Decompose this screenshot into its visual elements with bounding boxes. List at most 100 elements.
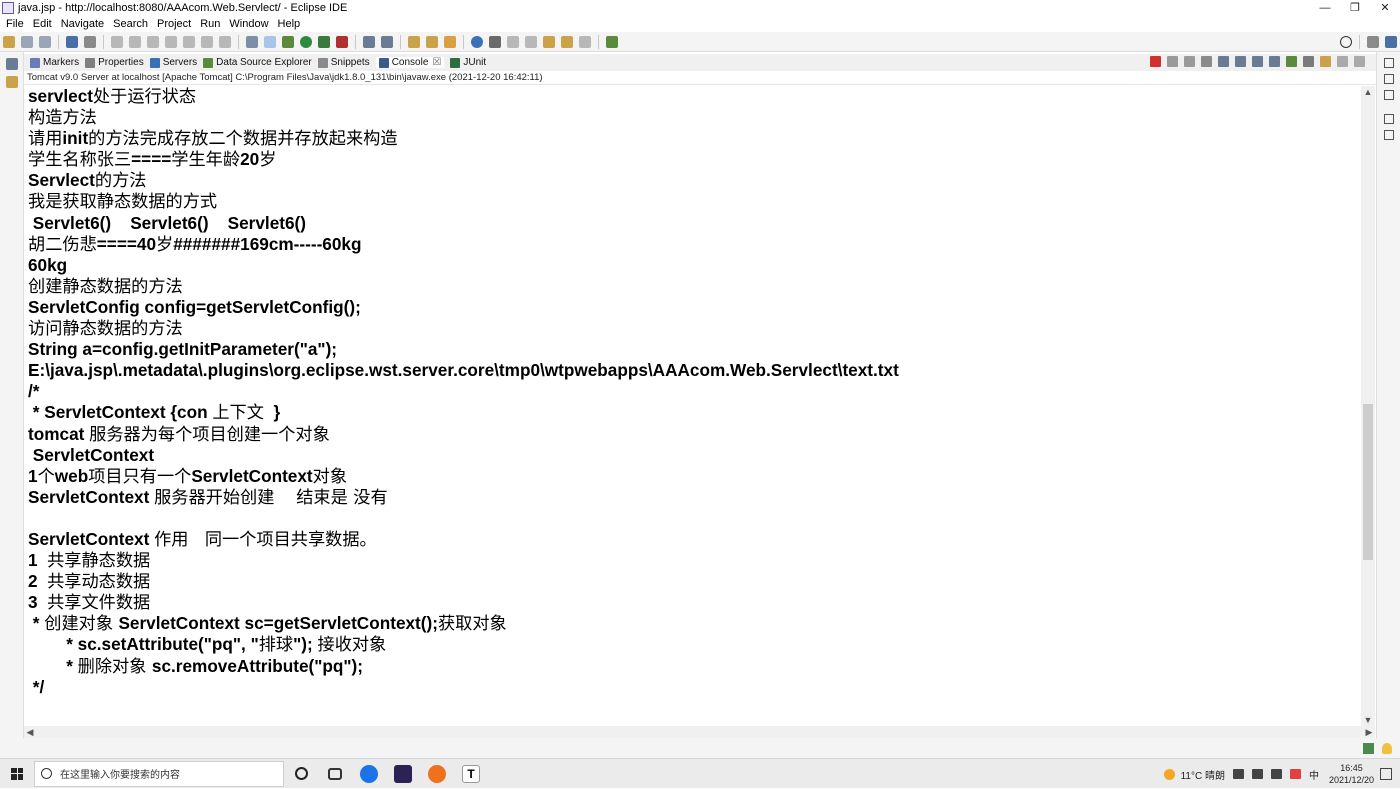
prev-annotation-icon[interactable] xyxy=(525,35,537,48)
weather-text[interactable]: 11°C 晴朗 xyxy=(1181,767,1225,782)
search-icon[interactable] xyxy=(1340,35,1352,48)
outline-view-icon[interactable] xyxy=(1384,74,1394,84)
show-stdout-icon[interactable] xyxy=(1252,56,1263,67)
skip-breakpoints-icon[interactable] xyxy=(84,35,96,48)
menu-navigate[interactable]: Navigate xyxy=(61,18,104,30)
scroll-lock-icon[interactable] xyxy=(1218,56,1229,67)
back-icon[interactable] xyxy=(561,35,573,48)
new-class-icon[interactable] xyxy=(381,35,393,48)
word-wrap-icon[interactable] xyxy=(1235,56,1246,67)
search-toolbar-icon[interactable] xyxy=(444,35,456,48)
pin-console-icon[interactable] xyxy=(1286,56,1297,67)
terminate-icon[interactable] xyxy=(147,35,159,48)
package-explorer-icon[interactable] xyxy=(6,76,18,88)
open-perspective-icon[interactable] xyxy=(1367,35,1379,48)
save-all-icon[interactable] xyxy=(39,35,51,48)
tab-properties[interactable]: Properties xyxy=(85,57,144,68)
close-button[interactable]: ✕ xyxy=(1370,0,1400,16)
scroll-down-icon[interactable]: ▼ xyxy=(1361,714,1375,726)
toggle-block-icon[interactable] xyxy=(246,35,258,48)
debug-icon[interactable] xyxy=(282,35,294,48)
taskbar-search-input[interactable]: 在这里输入你要搜索的内容 xyxy=(34,760,284,787)
new-icon[interactable] xyxy=(3,35,15,48)
taskbar-app-orange[interactable] xyxy=(420,759,454,789)
external-tools-icon[interactable] xyxy=(336,35,348,48)
tab-markers[interactable]: Markers xyxy=(30,57,79,68)
cortana-button[interactable] xyxy=(284,759,318,789)
scroll-left-icon[interactable]: ◀ xyxy=(24,726,36,738)
globe-icon[interactable] xyxy=(471,35,483,48)
pin-editor-icon[interactable] xyxy=(606,35,618,48)
forward-icon[interactable] xyxy=(579,35,591,48)
tab-snippets[interactable]: Snippets xyxy=(317,57,370,68)
task-view-button[interactable] xyxy=(318,759,352,789)
menu-window[interactable]: Window xyxy=(229,18,268,30)
save-icon[interactable] xyxy=(21,35,33,48)
clear-console-icon[interactable] xyxy=(1201,56,1212,67)
new-server-icon[interactable] xyxy=(363,35,375,48)
restore-view-icon[interactable] xyxy=(6,58,18,70)
step-return-icon[interactable] xyxy=(219,35,231,48)
open-task-icon[interactable] xyxy=(426,35,438,48)
display-console-icon[interactable] xyxy=(1303,56,1314,67)
tab-servers[interactable]: Servers xyxy=(149,57,197,68)
maximize-view-icon[interactable] xyxy=(1354,56,1365,67)
start-button[interactable] xyxy=(0,759,34,789)
tip-lightbulb-icon[interactable] xyxy=(1382,743,1392,754)
terminate-console-icon[interactable] xyxy=(1150,56,1161,67)
maximize-button[interactable]: ❐ xyxy=(1340,0,1370,16)
console-output[interactable]: servlect处于运行状态 构造方法 请用init的方法完成存放二个数据并存放起来… xyxy=(24,86,1361,726)
input-mode[interactable]: 中 xyxy=(1309,767,1319,782)
scroll-right-icon[interactable]: ▶ xyxy=(1363,726,1375,738)
server-status-icon[interactable] xyxy=(1363,743,1374,754)
coverage-icon[interactable] xyxy=(318,35,330,48)
show-stderr-icon[interactable] xyxy=(1269,56,1280,67)
last-edit-icon[interactable] xyxy=(543,35,555,48)
remove-all-launches-icon[interactable] xyxy=(1184,56,1195,67)
menu-project[interactable]: Project xyxy=(157,18,191,30)
disconnect-icon[interactable] xyxy=(165,35,177,48)
menu-search[interactable]: Search xyxy=(113,18,148,30)
taskbar-app-k[interactable] xyxy=(352,759,386,789)
next-annotation-icon[interactable] xyxy=(507,35,519,48)
menu-run[interactable]: Run xyxy=(200,18,220,30)
tab-junit[interactable]: JUnit xyxy=(450,57,486,68)
menu-edit[interactable]: Edit xyxy=(33,18,52,30)
scroll-thumb[interactable] xyxy=(1363,404,1373,560)
mark-occurrences-icon[interactable] xyxy=(264,35,276,48)
scroll-up-icon[interactable]: ▲ xyxy=(1361,86,1375,98)
java-ee-perspective-icon[interactable] xyxy=(1385,35,1397,48)
restore-right-2-icon[interactable] xyxy=(1384,114,1394,124)
menu-file[interactable]: File xyxy=(6,18,24,30)
volume-icon[interactable] xyxy=(1270,769,1282,779)
taskbar-app-typora[interactable]: T xyxy=(454,759,488,789)
minimized-view-icon[interactable] xyxy=(1384,130,1394,140)
task-list-icon[interactable] xyxy=(1384,90,1394,100)
close-tab-icon[interactable]: ☒ xyxy=(432,57,441,68)
tab-console[interactable]: Console ☒ xyxy=(375,57,445,68)
network-icon[interactable] xyxy=(1251,769,1263,779)
minimize-view-icon[interactable] xyxy=(1337,56,1348,67)
weather-sun-icon[interactable] xyxy=(1163,768,1175,780)
battery-icon[interactable] xyxy=(1232,769,1244,779)
restore-right-icon[interactable] xyxy=(1384,58,1394,68)
tab-data-source-explorer[interactable]: Data Source Explorer xyxy=(203,57,312,68)
minimize-button[interactable]: — xyxy=(1310,0,1340,16)
notification-icon[interactable] xyxy=(1380,768,1392,780)
resume-icon[interactable] xyxy=(111,35,123,48)
open-console-icon[interactable] xyxy=(1320,56,1331,67)
app-tray-icon[interactable] xyxy=(1289,769,1301,779)
taskbar-app-eclipse[interactable] xyxy=(386,759,420,789)
menu-help[interactable]: Help xyxy=(278,18,301,30)
vertical-scrollbar[interactable]: ▲ ▼ xyxy=(1361,86,1375,726)
run-icon[interactable] xyxy=(300,35,312,48)
clock[interactable]: 16:45 2021/12/20 xyxy=(1329,762,1374,786)
suspend-icon[interactable] xyxy=(129,35,141,48)
step-into-icon[interactable] xyxy=(183,35,195,48)
horizontal-scrollbar[interactable]: ◀ ▶ xyxy=(24,726,1375,738)
terminal-icon[interactable] xyxy=(66,35,78,48)
step-over-icon[interactable] xyxy=(201,35,213,48)
open-type-icon[interactable] xyxy=(408,35,420,48)
pen-icon[interactable] xyxy=(489,35,501,48)
remove-launch-icon[interactable] xyxy=(1167,56,1178,67)
